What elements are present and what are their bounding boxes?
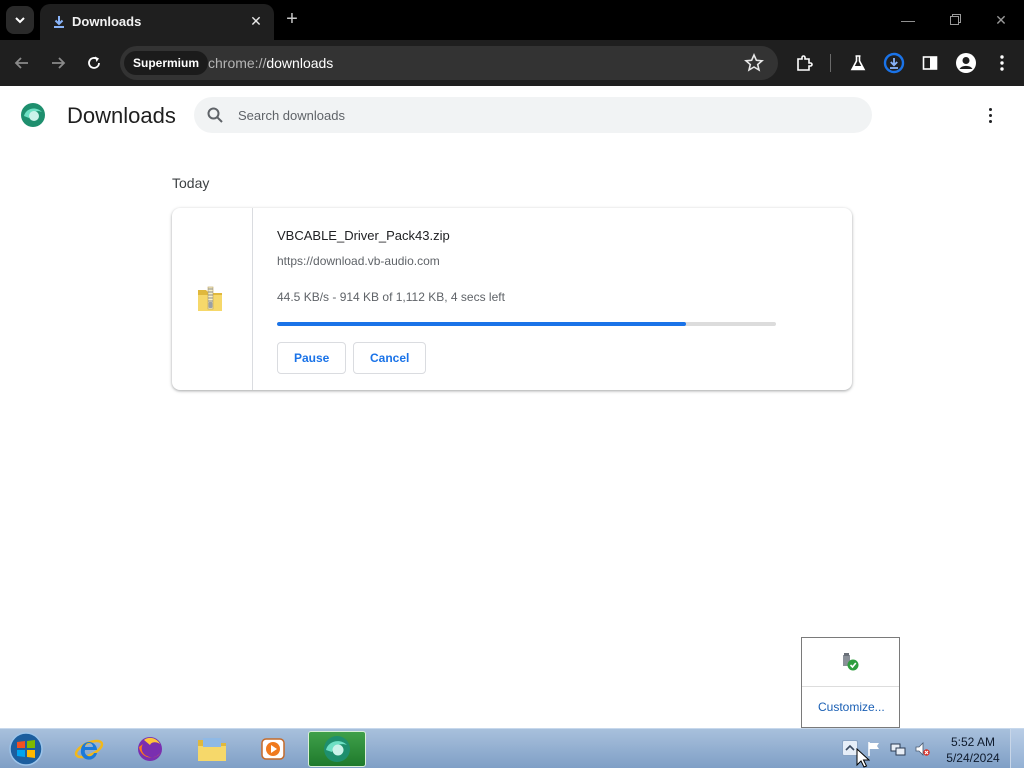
clock-date: 5/24/2024 — [946, 751, 1000, 765]
page-title: Downloads — [67, 103, 176, 128]
download-source-url[interactable]: https://download.vb-audio.com — [277, 254, 440, 268]
download-progress-fill — [277, 322, 687, 326]
arrow-left-icon — [14, 57, 28, 69]
taskbar-clock[interactable]: 5:52 AM 5/24/2024 — [940, 734, 1006, 766]
volume-muted-icon[interactable] — [914, 741, 930, 757]
more-dot-icon — [988, 113, 992, 117]
forward-button[interactable] — [46, 51, 70, 75]
cancel-button[interactable]: Cancel — [353, 342, 427, 374]
downloads-logo-icon — [21, 103, 45, 127]
puzzle-icon — [797, 55, 813, 71]
folder-icon — [198, 738, 226, 761]
notification-area-flyout: Customize... — [801, 637, 900, 728]
customize-link[interactable]: Customize... — [818, 700, 885, 714]
taskbar: 5:52 AM 5/24/2024 — [0, 728, 1024, 768]
extensions-button[interactable] — [792, 51, 816, 75]
search-icon — [207, 107, 223, 123]
back-button[interactable] — [10, 51, 34, 75]
more-dot-icon — [988, 107, 992, 111]
network-icon[interactable] — [890, 741, 906, 757]
more-dot-icon — [988, 119, 992, 123]
date-section-label: Today — [172, 175, 210, 191]
restore-button[interactable] — [945, 10, 965, 30]
new-tab-button[interactable]: + — [282, 9, 302, 29]
search-input[interactable] — [238, 105, 838, 125]
browser-menu-button[interactable] — [990, 51, 1014, 75]
tab-title: Downloads — [72, 14, 142, 29]
download-item: VBCABLE_Driver_Pack43.zip https://downlo… — [172, 208, 852, 390]
supermium-icon — [324, 736, 350, 762]
flyout-separator — [802, 686, 899, 687]
profile-button[interactable] — [954, 51, 978, 75]
downloads-toolbar-button[interactable] — [882, 51, 906, 75]
toolbar-separator — [830, 54, 831, 72]
url-text: chrome://downloads — [208, 55, 334, 71]
taskbar-file-explorer[interactable] — [183, 731, 241, 767]
taskbar-media-player[interactable] — [244, 731, 302, 767]
arrow-right-icon — [52, 57, 66, 69]
side-panel-icon — [922, 56, 938, 70]
taskbar-firefox[interactable] — [121, 731, 179, 767]
chevron-up-icon — [845, 744, 855, 751]
download-file-name[interactable]: VBCABLE_Driver_Pack43.zip — [277, 228, 450, 243]
address-bar[interactable]: Supermium chrome://downloads — [120, 46, 778, 80]
firefox-icon — [138, 737, 162, 761]
avatar-icon — [956, 53, 976, 73]
show-desktop-button[interactable] — [1010, 729, 1024, 768]
reload-button[interactable] — [82, 51, 106, 75]
media-player-icon — [261, 738, 285, 760]
minimize-button[interactable]: — — [898, 10, 918, 30]
file-icon-column — [172, 208, 253, 390]
close-window-button[interactable]: ✕ — [991, 10, 1011, 30]
search-box[interactable] — [194, 97, 872, 133]
download-progress-bar — [277, 322, 776, 326]
internet-explorer-icon — [74, 739, 104, 760]
safely-remove-hardware-icon[interactable] — [840, 652, 860, 672]
flask-icon — [850, 55, 866, 71]
reload-icon — [88, 56, 100, 69]
chevron-down-icon — [15, 17, 25, 24]
restore-icon — [949, 14, 961, 25]
download-progress-icon — [883, 52, 905, 74]
start-button-windows-icon[interactable] — [6, 731, 46, 767]
close-tab-icon[interactable]: ✕ — [248, 13, 264, 29]
download-status: 44.5 KB/s - 914 KB of 1,112 KB, 4 secs l… — [277, 290, 505, 304]
tab-strip: Downloads ✕ + — ✕ — [0, 0, 1024, 40]
clock-time: 5:52 AM — [950, 735, 996, 749]
download-icon — [54, 16, 64, 28]
browser-toolbar: Supermium chrome://downloads — [0, 40, 1024, 86]
tab-downloads[interactable]: Downloads ✕ — [40, 4, 274, 40]
zip-file-icon — [198, 286, 222, 311]
kebab-menu-icon — [1000, 55, 1004, 71]
side-panel-button[interactable] — [918, 51, 942, 75]
more-actions-button[interactable] — [980, 104, 1000, 126]
tab-search-button[interactable] — [6, 6, 34, 34]
taskbar-internet-explorer[interactable] — [60, 731, 118, 767]
mouse-cursor-icon — [856, 748, 870, 768]
site-chip[interactable]: Supermium — [124, 51, 209, 75]
labs-button[interactable] — [846, 51, 870, 75]
taskbar-supermium[interactable] — [308, 731, 366, 767]
bookmark-star-icon[interactable] — [744, 53, 764, 73]
pause-button[interactable]: Pause — [277, 342, 347, 374]
